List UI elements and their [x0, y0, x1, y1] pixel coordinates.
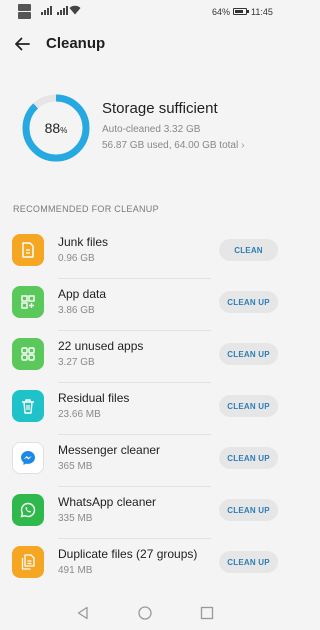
battery-percent: 64%	[212, 7, 231, 17]
storage-percent: 88%	[44, 120, 68, 136]
divider	[58, 330, 211, 331]
item-size: 365 MB	[58, 461, 93, 472]
storage-summary[interactable]: 88% Storage sufficient Auto-cleaned 3.32…	[0, 86, 291, 168]
clean-up-button[interactable]: CLEAN UP	[219, 395, 278, 417]
nav-home-icon[interactable]	[137, 605, 153, 621]
clean-up-button[interactable]: CLEAN UP	[219, 291, 278, 313]
document-icon	[12, 234, 44, 266]
app-data-icon	[12, 286, 44, 318]
battery-icon	[233, 8, 249, 15]
auto-cleaned-text: Auto-cleaned 3.32 GB	[102, 124, 201, 135]
battery-level	[235, 10, 243, 13]
list-item-duplicate-files[interactable]: Duplicate files (27 groups) 491 MB CLEAN…	[0, 542, 291, 594]
navigation-bar	[0, 594, 291, 630]
item-name: 22 unused apps	[58, 339, 144, 353]
apps-grid-icon	[12, 338, 44, 370]
whatsapp-icon	[12, 494, 44, 526]
messenger-icon	[12, 442, 44, 474]
clean-up-button[interactable]: CLEAN UP	[219, 551, 278, 573]
list-item-junk-files[interactable]: Junk files 0.96 GB CLEAN	[0, 230, 291, 282]
divider	[58, 538, 211, 539]
item-size: 335 MB	[58, 513, 93, 524]
item-size: 23.66 MB	[58, 409, 101, 420]
item-name: Messenger cleaner	[58, 443, 161, 457]
chevron-right-icon: ›	[241, 140, 245, 151]
clock: 11:45	[251, 7, 273, 17]
signal-icon	[57, 6, 68, 15]
item-name: WhatsApp cleaner	[58, 495, 157, 509]
page-title: Cleanup	[46, 35, 106, 52]
item-name: Duplicate files (27 groups)	[58, 547, 198, 561]
arrow-left-icon[interactable]	[12, 34, 32, 54]
wifi-icon	[69, 5, 81, 15]
clean-up-button[interactable]: CLEAN UP	[219, 343, 278, 365]
list-item-residual-files[interactable]: Residual files 23.66 MB CLEAN UP	[0, 386, 291, 438]
list-item-whatsapp-cleaner[interactable]: WhatsApp cleaner 335 MB CLEAN UP	[0, 490, 291, 542]
nav-back-icon[interactable]	[75, 605, 91, 621]
sim-indicators	[18, 4, 31, 20]
sim1-icon	[18, 4, 31, 11]
status-bar: 64% 11:45	[0, 0, 291, 24]
signal-icon	[41, 6, 52, 15]
storage-usage-link[interactable]: 56.87 GB used, 64.00 GB total ›	[102, 140, 245, 151]
clean-up-button[interactable]: CLEAN UP	[219, 499, 278, 521]
item-size: 0.96 GB	[58, 253, 95, 264]
item-name: App data	[58, 287, 107, 301]
app-bar: Cleanup	[0, 24, 291, 64]
divider	[58, 434, 211, 435]
list-item-app-data[interactable]: App data 3.86 GB CLEAN UP	[0, 282, 291, 334]
clean-up-button[interactable]: CLEAN UP	[219, 447, 278, 469]
item-name: Junk files	[58, 235, 109, 249]
divider	[58, 278, 211, 279]
item-size: 491 MB	[58, 565, 93, 576]
storage-usage-text: 56.87 GB used, 64.00 GB total	[102, 140, 239, 151]
list-item-messenger-cleaner[interactable]: Messenger cleaner 365 MB CLEAN UP	[0, 438, 291, 490]
list-item-unused-apps[interactable]: 22 unused apps 3.27 GB CLEAN UP	[0, 334, 291, 386]
sim2-icon	[18, 12, 31, 19]
divider	[58, 382, 211, 383]
trash-icon	[12, 390, 44, 422]
nav-recents-icon[interactable]	[199, 605, 215, 621]
section-header: RECOMMENDED FOR CLEANUP	[13, 204, 159, 214]
clean-button[interactable]: CLEAN	[219, 239, 278, 261]
item-size: 3.86 GB	[58, 305, 95, 316]
item-size: 3.27 GB	[58, 357, 95, 368]
divider	[58, 486, 211, 487]
duplicate-files-icon	[12, 546, 44, 578]
storage-status: Storage sufficient	[102, 100, 218, 117]
item-name: Residual files	[58, 391, 130, 405]
